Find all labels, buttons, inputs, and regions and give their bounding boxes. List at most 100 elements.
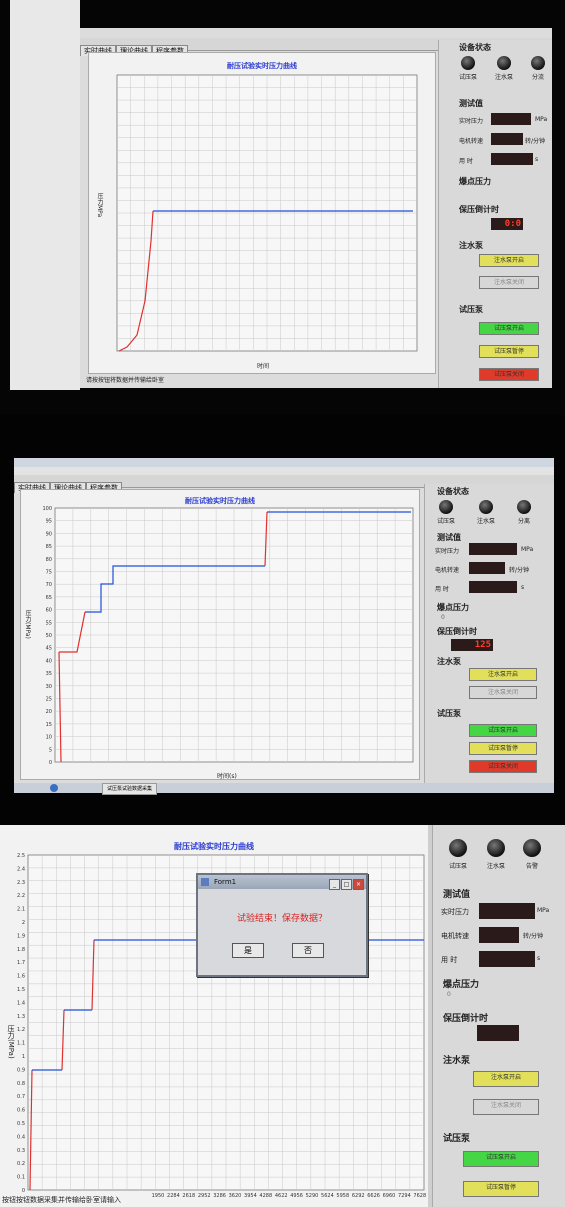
- x-tick-label: 2284: [167, 1193, 180, 1199]
- x-axis-label: 时间: [257, 363, 270, 370]
- x-tick-label: 4288: [259, 1193, 272, 1199]
- knob-water-pump-icon: [479, 500, 493, 514]
- control-sidebar: 设备状态 试压泵 注水泵 分流 测试值 实时压力 MPa 电机转速 转/分钟 用…: [438, 40, 552, 388]
- x-tick-label: 5624: [321, 1193, 334, 1199]
- x-tick-label: 6292: [352, 1193, 365, 1199]
- y-tick-label: 25: [46, 697, 52, 703]
- knob-label: 注水泵: [486, 863, 505, 870]
- row-label: 电机转速: [459, 138, 484, 145]
- pressure-pump-stop-button[interactable]: 试压泵关闭: [469, 760, 537, 773]
- y-tick-label: 40: [46, 658, 52, 664]
- pressure-pump-title: 试压泵: [443, 1134, 471, 1144]
- y-tick-label: 2.4: [17, 866, 25, 872]
- y-tick-label: 1.7: [17, 960, 25, 966]
- y-tick-label: 1: [22, 1054, 25, 1060]
- row-label: 电机转速: [441, 932, 469, 940]
- time-display: [491, 153, 533, 165]
- x-tick-label: 1950: [152, 1193, 165, 1199]
- y-tick-label: 1.5: [17, 987, 25, 993]
- y-tick-label: 1.8: [17, 947, 25, 953]
- knob-label: 分流: [531, 74, 544, 81]
- y-tick-label: 1.1: [17, 1041, 25, 1047]
- row-unit: 转/分钟: [509, 567, 530, 574]
- row-unit: 转/分钟: [525, 138, 546, 145]
- pressure-display: [469, 543, 517, 555]
- y-tick-label: 5: [49, 747, 52, 753]
- speed-display: [479, 927, 519, 943]
- chart-plot: [116, 74, 418, 352]
- status-text: 请按按钮将数据并传输给卧室: [86, 377, 165, 384]
- row-unit: 转/分钟: [523, 933, 544, 940]
- device-status-title: 设备状态: [459, 43, 491, 52]
- y-tick-label: 85: [46, 544, 52, 550]
- y-tick-label: 0.9: [17, 1067, 25, 1073]
- knob-pressure-pump-icon: [439, 500, 453, 514]
- y-tick-label: 45: [46, 646, 52, 652]
- water-pump-title: 注水泵: [437, 657, 461, 666]
- row-unit: MPa: [535, 116, 548, 123]
- water-pump-start-button[interactable]: 注水泵开启: [479, 254, 539, 267]
- y-tick-label: 0.6: [17, 1108, 25, 1114]
- x-tick-label: 2952: [198, 1193, 211, 1199]
- knob-label: 试压泵: [458, 74, 477, 81]
- speed-display: [469, 562, 505, 574]
- status-text: 按钮按钮数据采集并传输给卧室请输入: [2, 1196, 121, 1204]
- speed-display: [491, 133, 523, 145]
- water-pump-stop-button[interactable]: 注水泵关闭: [473, 1099, 539, 1115]
- dialog-no-button[interactable]: 否: [292, 943, 324, 958]
- start-orb-icon[interactable]: [50, 784, 58, 792]
- pressure-pump-stop-button[interactable]: 试压泵关闭: [479, 368, 539, 381]
- water-pump-start-button[interactable]: 注水泵开启: [473, 1071, 539, 1087]
- x-tick-label: 7628: [413, 1193, 426, 1199]
- x-tick-label: 6960: [383, 1193, 396, 1199]
- y-tick-label: 35: [46, 671, 52, 677]
- dialog-titlebar: Form1 _ □ ×: [198, 875, 366, 890]
- pressure-pump-start-button[interactable]: 试压泵开启: [463, 1151, 539, 1167]
- dialog-yes-button[interactable]: 是: [232, 943, 264, 958]
- knob-split-icon: [517, 500, 531, 514]
- screenshot-panel-1: 实时曲线 理论曲线 程序参数 耐压试验实时压力曲线 压力MPa 时间 请按按钮将数据…: [0, 0, 565, 415]
- pressure-chart: 耐压试验实时压力曲线 100 95 90 85 80 75 70 65 60 55 50 45 40 35…: [20, 489, 420, 780]
- y-tick-label: 90: [46, 531, 52, 537]
- knob-alarm-icon: [523, 839, 541, 857]
- y-tick-label: 1.2: [17, 1027, 25, 1033]
- pressure-pump-pause-button[interactable]: 试压泵暂停: [479, 345, 539, 358]
- pressure-chart: 耐压试验实时压力曲线 压力MPa 时间: [88, 52, 436, 374]
- pressure-pump-title: 试压泵: [437, 709, 461, 718]
- dialog-title: Form1: [214, 878, 237, 886]
- test-values-title: 测试值: [437, 533, 461, 542]
- minimize-icon[interactable]: _: [329, 879, 340, 890]
- y-tick-label: 80: [46, 557, 52, 563]
- y-tick-label: 0.4: [17, 1134, 25, 1140]
- y-tick-label: 0.5: [17, 1121, 25, 1127]
- y-tick-label: 2.2: [17, 893, 25, 899]
- water-pump-stop-button[interactable]: 注水泵关闭: [479, 276, 539, 289]
- y-tick-label: 0: [49, 760, 52, 766]
- test-values-title: 测试值: [443, 890, 471, 900]
- row-label: 用 时: [435, 586, 449, 593]
- pressure-pump-start-button[interactable]: 试压泵开启: [479, 322, 539, 335]
- x-axis-label: 时间(s): [217, 773, 237, 780]
- y-tick-label: 0: [22, 1188, 25, 1194]
- x-tick-label: 4622: [275, 1193, 288, 1199]
- y-tick-label: 1.9: [17, 933, 25, 939]
- water-pump-start-button[interactable]: 注水泵开启: [469, 668, 537, 681]
- pressure-pump-pause-button[interactable]: 试压泵暂停: [469, 742, 537, 755]
- water-pump-stop-button[interactable]: 注水泵关闭: [469, 686, 537, 699]
- pressure-pump-pause-button[interactable]: 试压泵暂停: [463, 1181, 539, 1197]
- x-tick-label: 2618: [182, 1193, 195, 1199]
- screenshot-panel-3: 耐压试验实时压力曲线 2.5 2.4 2.3 2.2 2.1 2 1.9 1.8 1.7 1.6 1…: [0, 825, 565, 1207]
- taskbar-item[interactable]: 试压泵试验数据采集: [102, 783, 158, 795]
- control-sidebar: 设备状态 试压泵 注水泵 分离 测试值 实时压力 MPa 电机转速 转/分钟 用…: [424, 484, 554, 784]
- row-unit: s: [521, 584, 525, 591]
- water-pump-title: 注水泵: [443, 1056, 471, 1066]
- y-tick-label: 60: [46, 608, 52, 614]
- maximize-icon[interactable]: □: [341, 879, 352, 890]
- close-icon[interactable]: ×: [353, 879, 364, 890]
- y-tick-label: 20: [46, 709, 52, 715]
- title-bar: [14, 458, 554, 467]
- pressure-pump-start-button[interactable]: 试压泵开启: [469, 724, 537, 737]
- knob-label: 注水泵: [494, 74, 513, 81]
- y-tick-label: 15: [46, 722, 52, 728]
- knob-label: 分离: [517, 518, 530, 525]
